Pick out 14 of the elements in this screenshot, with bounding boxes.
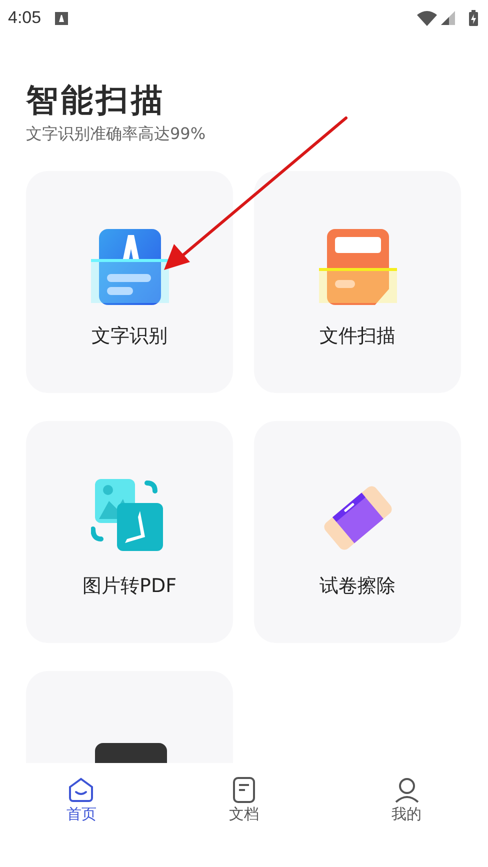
nav-tab[interactable]: 文档 <box>162 763 326 867</box>
feature-label: 图片转PDF <box>82 574 177 599</box>
feature-card[interactable]: 文件扫描 <box>254 171 461 393</box>
status-time: 4:05 <box>8 8 42 28</box>
feature-label: 试卷擦除 <box>320 574 396 599</box>
feature-card[interactable]: 试卷擦除 <box>254 421 461 643</box>
feature-label: 文件扫描 <box>320 324 396 349</box>
page-title: 智能扫描 <box>26 80 167 120</box>
feature-label: 文字识别 <box>92 324 168 349</box>
page-subtitle: 文字识别准确率高达99% <box>26 124 207 145</box>
nav-tab[interactable]: 首页 <box>0 763 163 867</box>
feature-card[interactable]: 图片转PDF <box>26 421 233 643</box>
feature-card[interactable]: 文字识别 <box>26 171 233 393</box>
nav-tab[interactable]: 我的 <box>325 763 488 867</box>
